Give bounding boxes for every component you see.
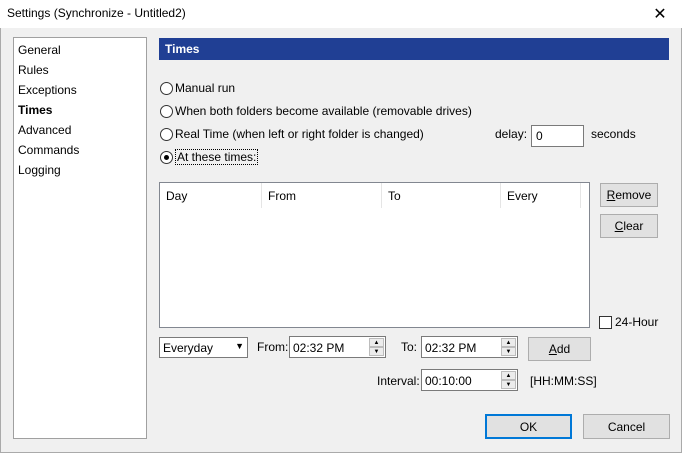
sidebar-item-times[interactable]: Times	[18, 103, 52, 117]
radio-button[interactable]	[160, 127, 173, 141]
to-time-input[interactable]: 02:32 PM ▲ ▼	[421, 336, 518, 358]
radio-real-time[interactable]: Real Time (when left or right folder is …	[160, 126, 424, 142]
interval-spinner[interactable]: ▲ ▼	[501, 371, 516, 389]
radio-label: Manual run	[175, 81, 236, 95]
interval-value: 00:10:00	[425, 374, 472, 388]
column-header-to[interactable]: To	[382, 183, 501, 208]
from-label: From:	[257, 340, 289, 354]
delay-input[interactable]: 0	[531, 125, 584, 147]
button-accelerator: C	[614, 219, 624, 233]
interval-format-hint: [HH:MM:SS]	[530, 374, 597, 388]
spin-up-icon[interactable]: ▲	[501, 338, 516, 347]
radio-label: When both folders become available (remo…	[175, 104, 472, 118]
sidebar-item-logging[interactable]: Logging	[18, 163, 61, 177]
from-time-value: 02:32 PM	[293, 341, 345, 355]
checkbox-label: 24-Hour	[615, 315, 659, 329]
radio-label: At these times:	[175, 149, 259, 165]
button-accelerator: R	[606, 188, 616, 202]
day-select-value: Everyday	[163, 341, 214, 355]
sidebar-item-commands[interactable]: Commands	[18, 143, 79, 157]
from-time-input[interactable]: 02:32 PM ▲ ▼	[289, 336, 386, 358]
times-list[interactable]: Day From To Every	[159, 182, 590, 328]
spin-down-icon[interactable]: ▼	[501, 347, 516, 356]
radio-at-these-times[interactable]: At these times:	[160, 149, 259, 165]
delay-label: delay:	[495, 127, 528, 141]
section-header: Times	[159, 38, 669, 60]
window-title: Settings (Synchronize - Untitled2)	[7, 6, 186, 20]
remove-button[interactable]: Remove	[600, 183, 658, 207]
radio-button[interactable]	[160, 104, 173, 118]
sidebar-item-general[interactable]: General	[18, 43, 61, 57]
add-button[interactable]: Add	[528, 337, 591, 361]
day-select[interactable]: Everyday ▼	[159, 337, 248, 358]
spin-down-icon[interactable]: ▼	[369, 347, 384, 356]
button-text: dd	[556, 342, 571, 356]
radio-manual-run[interactable]: Manual run	[160, 80, 235, 96]
title-bar: Settings (Synchronize - Untitled2) ✕	[0, 0, 682, 28]
spin-up-icon[interactable]: ▲	[369, 338, 384, 347]
button-text: lear	[623, 219, 644, 233]
button-accelerator: A	[548, 342, 557, 356]
chevron-down-icon[interactable]: ▼	[235, 341, 244, 351]
column-header-day[interactable]: Day	[160, 183, 262, 208]
ok-button[interactable]: OK	[485, 414, 572, 439]
from-spinner[interactable]: ▲ ▼	[369, 338, 384, 356]
seconds-label: seconds	[591, 127, 636, 141]
settings-category-list[interactable]: General Rules Exceptions Times Advanced …	[13, 37, 147, 439]
clear-button[interactable]: Clear	[600, 214, 658, 238]
24-hour-checkbox[interactable]: 24-Hour	[599, 315, 658, 329]
radio-button[interactable]	[160, 81, 173, 95]
close-icon[interactable]: ✕	[638, 0, 682, 28]
to-label: To:	[401, 340, 418, 354]
interval-input[interactable]: 00:10:00 ▲ ▼	[421, 369, 518, 391]
cancel-button[interactable]: Cancel	[583, 414, 670, 439]
interval-label: Interval:	[377, 374, 420, 388]
button-text: emove	[615, 188, 652, 202]
column-header-from[interactable]: From	[262, 183, 382, 208]
spin-up-icon[interactable]: ▲	[501, 371, 516, 380]
radio-removable-drives[interactable]: When both folders become available (remo…	[160, 103, 472, 119]
sidebar-item-advanced[interactable]: Advanced	[18, 123, 71, 137]
to-spinner[interactable]: ▲ ▼	[501, 338, 516, 356]
sidebar-item-exceptions[interactable]: Exceptions	[18, 83, 77, 97]
spin-down-icon[interactable]: ▼	[501, 380, 516, 389]
column-header-every[interactable]: Every	[501, 183, 581, 208]
to-time-value: 02:32 PM	[425, 341, 477, 355]
sidebar-item-rules[interactable]: Rules	[18, 63, 49, 77]
radio-label: Real Time (when left or right folder is …	[175, 127, 424, 141]
checkbox-box[interactable]	[599, 315, 612, 329]
radio-button[interactable]	[160, 150, 173, 164]
